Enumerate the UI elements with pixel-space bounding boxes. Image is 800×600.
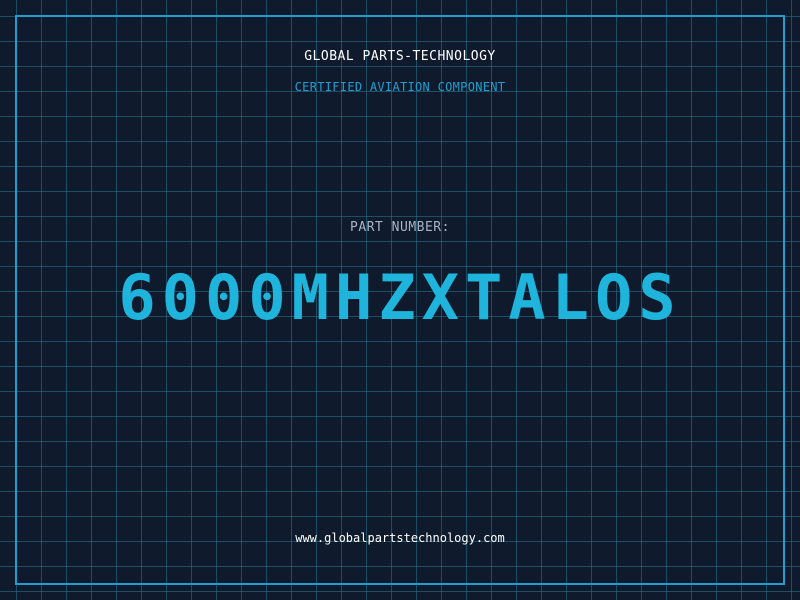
certification-text: CERTIFIED AVIATION COMPONENT: [294, 80, 506, 94]
part-label-card: GLOBAL PARTS-TECHNOLOGY CERTIFIED AVIATI…: [0, 0, 800, 600]
part-number-label: PART NUMBER:: [350, 220, 450, 235]
part-number-value: 6000MHZXTALOS: [118, 261, 682, 334]
website-url: www.globalpartstechnology.com: [295, 531, 505, 545]
company-name: GLOBAL PARTS-TECHNOLOGY: [304, 49, 496, 64]
